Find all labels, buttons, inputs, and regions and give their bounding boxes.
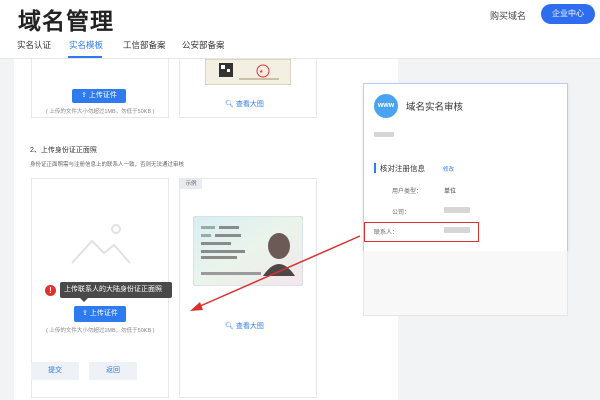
annotation-arrow	[190, 235, 361, 311]
